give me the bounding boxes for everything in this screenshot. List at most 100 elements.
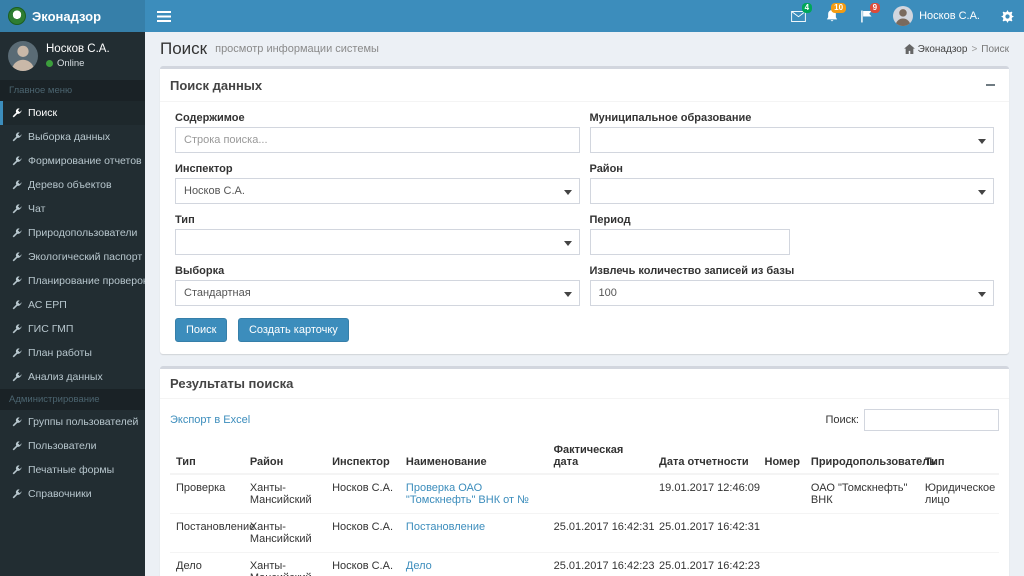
sidebar-section-admin: Администрирование	[0, 389, 145, 410]
sidebar-item-label: Анализ данных	[28, 371, 103, 383]
selection-select[interactable]: Стандартная	[175, 280, 580, 306]
type-select[interactable]	[175, 229, 580, 255]
cell-number	[758, 473, 805, 514]
sidebar-item-label: Пользователи	[28, 440, 97, 452]
user-menu[interactable]: Носков С.А.	[883, 0, 990, 32]
sidebar-item-object-tree[interactable]: Дерево объектов	[0, 173, 145, 197]
column-header-fact-date[interactable]: Фактическая дата	[547, 439, 654, 475]
column-header-report-date[interactable]: Дата отчетности	[653, 439, 759, 475]
sidebar-user-status[interactable]: Online	[46, 58, 110, 69]
wrench-icon	[12, 323, 22, 333]
sidebar-item-user-groups[interactable]: Группы пользователей	[0, 410, 145, 434]
column-header-nature-user[interactable]: Природопользователь	[804, 439, 936, 475]
sidebar-item-chat[interactable]: Чат	[0, 197, 145, 221]
cell-subject-type	[918, 552, 999, 576]
results-box-body: Экспорт в Excel Поиск: Тип Район Инспект…	[160, 399, 1009, 576]
wrench-icon	[12, 464, 22, 474]
export-excel-link[interactable]: Экспорт в Excel	[170, 414, 250, 426]
breadcrumb-separator: >	[971, 43, 978, 55]
period-input[interactable]	[589, 229, 790, 255]
municipality-label: Муниципальное образование	[589, 112, 752, 124]
chevron-down-icon	[978, 190, 986, 195]
municipality-select[interactable]	[589, 127, 994, 153]
column-header-district[interactable]: Район	[243, 439, 327, 475]
sidebar-item-inspection-planning[interactable]: Планирование проверок	[0, 269, 145, 293]
cell-report-date: 25.01.2017 16:42:23	[653, 552, 760, 576]
brand-logo[interactable]: Эконадзор	[0, 0, 145, 32]
column-header-number[interactable]: Номер	[758, 439, 805, 475]
tasks-menu[interactable]: 9	[849, 0, 883, 32]
brand-title: Эконадзор	[32, 8, 102, 24]
wrench-icon	[12, 371, 22, 381]
sidebar-item-search[interactable]: Поиск	[0, 101, 145, 125]
type-label: Тип	[175, 214, 195, 226]
cell-name-link[interactable]: Постановление	[399, 513, 548, 553]
results-table: Тип Район Инспектор Наименование Фактиче…	[170, 439, 999, 576]
chevron-down-icon	[978, 292, 986, 297]
cell-name-link[interactable]: Проверка ОАО "Томскнефть" ВНК от №	[399, 473, 548, 514]
content-label: Содержимое	[175, 112, 245, 124]
cell-nature-user	[804, 513, 919, 553]
sidebar-item-print-forms[interactable]: Печатные формы	[0, 458, 145, 482]
table-filter-input[interactable]	[864, 409, 999, 431]
chevron-down-icon	[563, 190, 572, 195]
chevron-down-icon	[563, 292, 572, 297]
results-box: Результаты поиска Экспорт в Excel Поиск:…	[160, 366, 1009, 576]
tasks-badge: 9	[869, 3, 881, 13]
district-label: Район	[589, 163, 623, 175]
wrench-icon	[12, 347, 22, 357]
sidebar-item-gis-gmp[interactable]: ГИС ГМП	[0, 317, 145, 341]
inspector-select[interactable]: Носков С.А.	[175, 178, 580, 204]
sidebar-item-work-plan[interactable]: План работы	[0, 341, 145, 365]
messages-menu[interactable]: 4	[781, 0, 815, 32]
settings-menu[interactable]	[990, 0, 1024, 32]
district-select[interactable]	[589, 178, 994, 204]
cell-type: Дело	[170, 552, 244, 576]
column-header-name[interactable]: Наименование	[399, 439, 548, 475]
sidebar-item-label: План работы	[28, 347, 92, 359]
sidebar-item-directories[interactable]: Справочники	[0, 482, 145, 506]
sidebar-item-as-erp[interactable]: АС ЕРП	[0, 293, 145, 317]
content-search-input[interactable]	[175, 127, 580, 153]
sidebar-item-label: ГИС ГМП	[28, 323, 74, 335]
cell-report-date: 19.01.2017 12:46:09	[653, 473, 760, 514]
sidebar-toggle-button[interactable]	[145, 0, 183, 32]
limit-select[interactable]: 100	[589, 280, 994, 306]
wrench-icon	[12, 179, 22, 189]
sidebar-item-label: АС ЕРП	[28, 299, 67, 311]
sidebar-item-nature-users[interactable]: Природопользователи	[0, 221, 145, 245]
create-card-button[interactable]: Создать карточку	[237, 318, 349, 342]
breadcrumb: Эконадзор > Поиск	[903, 43, 1009, 55]
wrench-icon	[12, 440, 22, 450]
cell-name-link[interactable]: Дело	[399, 552, 548, 576]
wrench-icon	[12, 131, 22, 141]
sidebar-item-users[interactable]: Пользователи	[0, 434, 145, 458]
sidebar-item-eco-passport[interactable]: Экологический паспорт	[0, 245, 145, 269]
sidebar-item-reports[interactable]: Формирование отчетов	[0, 149, 145, 173]
limit-label: Извлечь количество записей из базы	[589, 265, 795, 277]
notifications-menu[interactable]: 10	[815, 0, 849, 32]
table-filter-label: Поиск:	[825, 414, 859, 426]
sidebar-item-data-selection[interactable]: Выборка данных	[0, 125, 145, 149]
main-header: Эконадзор 4 10 9 Носков С.А.	[0, 0, 1024, 32]
search-box-body: Содержимое Инспектор Носков С.А. Тип	[160, 102, 1009, 354]
search-button[interactable]: Поиск	[175, 318, 228, 342]
user-avatar	[893, 6, 914, 26]
wrench-icon	[12, 107, 22, 117]
minus-icon	[985, 84, 995, 86]
column-header-inspector[interactable]: Инспектор	[326, 439, 400, 475]
results-toolbar: Экспорт в Excel Поиск:	[170, 409, 999, 431]
sidebar-item-data-analysis[interactable]: Анализ данных	[0, 365, 145, 389]
gear-icon	[1000, 9, 1014, 23]
column-header-type[interactable]: Тип	[170, 439, 244, 475]
search-box-title: Поиск данных	[170, 77, 263, 93]
cell-type: Проверка	[170, 473, 244, 514]
sidebar-item-label: Поиск	[28, 107, 58, 119]
wrench-icon	[12, 416, 22, 426]
selection-select-value: Стандартная	[184, 287, 251, 299]
cell-inspector: Носков С.А.	[326, 552, 400, 576]
breadcrumb-home[interactable]: Эконадзор	[903, 44, 967, 55]
collapse-button[interactable]	[981, 76, 999, 94]
column-header-subject-type[interactable]: Тип	[918, 439, 999, 475]
cell-fact-date	[547, 473, 654, 514]
